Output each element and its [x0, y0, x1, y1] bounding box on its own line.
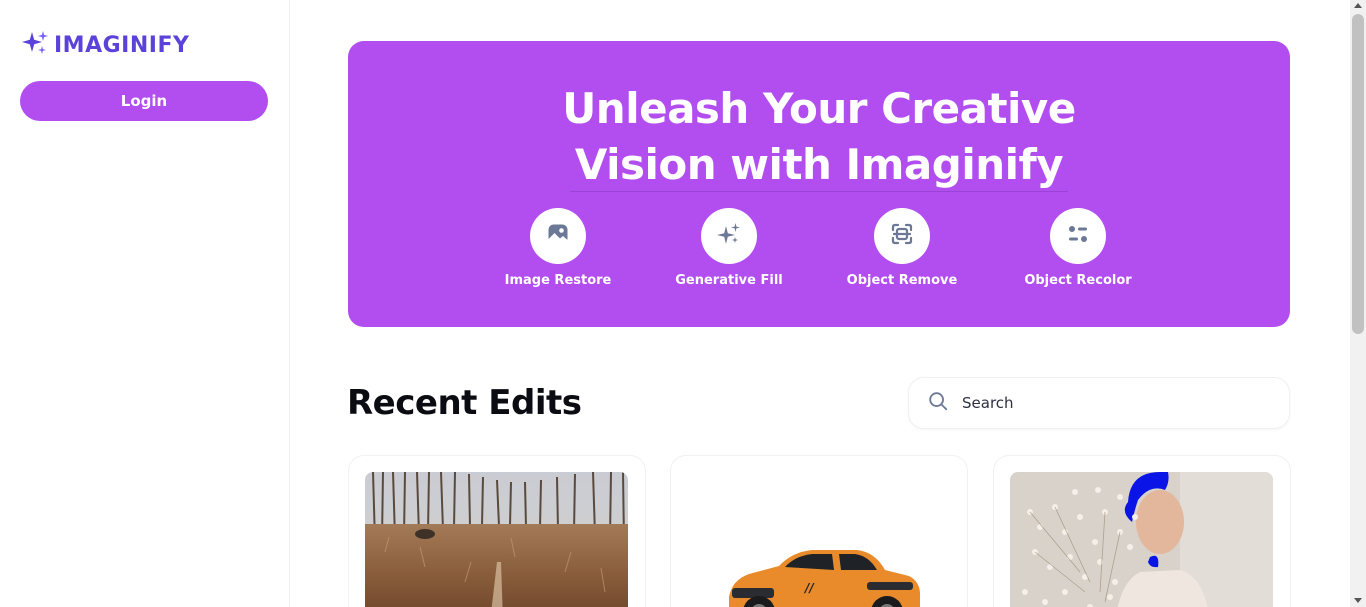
scroll-thumb[interactable] [1352, 14, 1364, 334]
recent-edit-card[interactable]: // [670, 455, 968, 607]
page-scrollbar[interactable] [1350, 0, 1366, 607]
woman-flowers-photo [1010, 472, 1273, 607]
recent-edit-card[interactable] [348, 455, 646, 607]
tool-icon-circle [874, 208, 930, 264]
hero-divider [570, 191, 1068, 192]
image-icon [546, 222, 570, 250]
sidebar: IMAGINIFY Login [0, 0, 290, 607]
scroll-up-arrow-icon[interactable] [1354, 3, 1362, 8]
tool-icon-circle [1050, 208, 1106, 264]
tool-label: Generative Fill [675, 273, 783, 288]
tool-image-restore[interactable]: Image Restore [478, 208, 638, 288]
hero-title-line-2: Vision with Imaginify [574, 140, 1064, 189]
app-logo[interactable]: IMAGINIFY [20, 29, 189, 61]
tool-label: Object Recolor [1024, 273, 1132, 288]
tool-generative-fill[interactable]: Generative Fill [649, 208, 809, 288]
tool-icon-circle [530, 208, 586, 264]
hero-banner: Unleash Your Creative Vision with Imagin… [348, 41, 1290, 327]
sparkles-icon [717, 222, 741, 250]
login-button[interactable]: Login [20, 81, 268, 121]
tool-icon-circle [701, 208, 757, 264]
tool-object-remove[interactable]: Object Remove [822, 208, 982, 288]
app-name: IMAGINIFY [54, 32, 190, 58]
sparkles-logo-icon [20, 29, 50, 61]
search-input[interactable] [962, 394, 1262, 412]
search-icon [909, 390, 949, 416]
tool-label: Image Restore [504, 273, 612, 288]
search-box [908, 377, 1290, 429]
recent-edits-title: Recent Edits [347, 383, 582, 423]
filter-icon [1066, 222, 1090, 250]
main-content: Unleash Your Creative Vision with Imagin… [290, 0, 1350, 607]
orange-car-photo: // [687, 472, 950, 607]
tool-object-recolor[interactable]: Object Recolor [998, 208, 1158, 288]
tool-label: Object Remove [846, 273, 958, 288]
scan-icon [890, 222, 914, 250]
hero-title-line-1: Unleash Your Creative [562, 84, 1076, 133]
scroll-down-arrow-icon[interactable] [1354, 598, 1362, 603]
field-landscape-photo [365, 472, 628, 607]
recent-edit-card[interactable] [993, 455, 1291, 607]
svg-text://: // [803, 581, 815, 595]
